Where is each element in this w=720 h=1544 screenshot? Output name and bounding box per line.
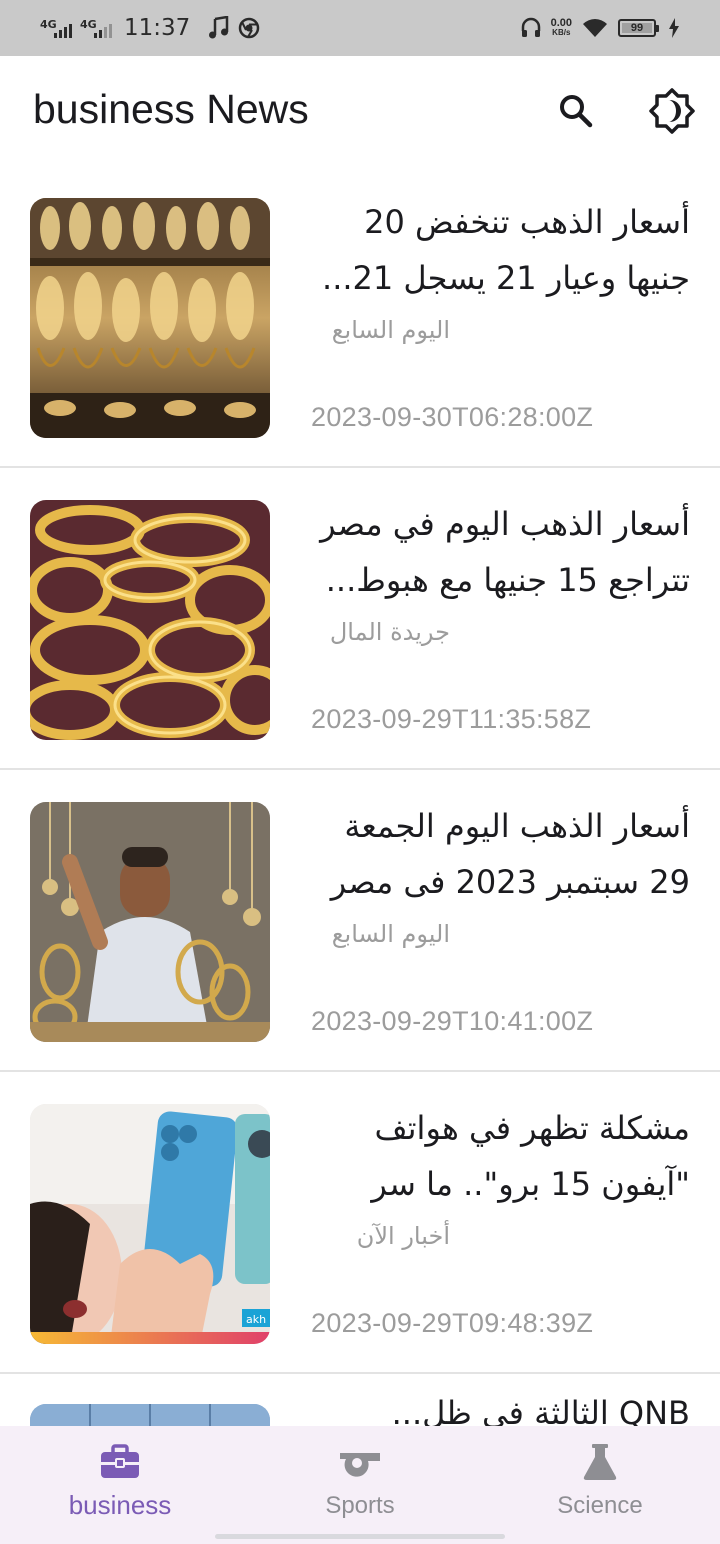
briefcase-icon — [88, 1442, 152, 1482]
article-title[interactable]: أسعار الذهب تنخفض 20 جنيها وعيار 21 يسجل… — [310, 194, 690, 310]
nav-item-science[interactable]: Science — [480, 1426, 720, 1544]
nav-item-business[interactable]: business — [0, 1426, 240, 1544]
jeweler-image — [30, 802, 270, 1042]
nav-label-sports: Sports — [325, 1492, 395, 1519]
bottom-navigation: business Sports Science — [0, 1426, 720, 1544]
search-icon — [560, 95, 593, 128]
article-title[interactable]: أسعار الذهب اليوم في مصر تتراجع 15 جنيها… — [310, 496, 690, 612]
wifi-icon — [582, 18, 608, 38]
cellular-signal-icon: 4G — [40, 16, 72, 40]
music-note-icon — [208, 16, 230, 40]
headphones-icon — [521, 17, 541, 39]
svg-text:akh: akh — [246, 1313, 266, 1326]
brightness-icon — [649, 88, 695, 134]
chrome-icon — [238, 17, 260, 39]
search-button[interactable] — [551, 86, 601, 136]
page-title: business News — [33, 86, 309, 132]
article-title-partial[interactable]: QNB الثالثة في ظل... — [310, 1394, 690, 1426]
article-thumbnail-partial — [30, 1404, 270, 1426]
article-date: 2023-09-29T09:48:39Z — [311, 1308, 594, 1338]
app-bar: business News — [0, 56, 720, 166]
article-thumbnail — [30, 802, 270, 1042]
article-thumbnail — [30, 500, 270, 740]
article-date: 2023-09-29T11:35:58Z — [311, 704, 592, 734]
iphone-image: akh — [30, 1104, 270, 1344]
battery-percent: 99 — [630, 22, 644, 34]
status-time: 11:37 — [124, 15, 191, 41]
article-date: 2023-09-30T06:28:00Z — [311, 402, 594, 432]
speed-value: 0.00 — [550, 17, 572, 29]
article-source: جريدة المال — [329, 618, 450, 646]
article-source: أخبار الآن — [356, 1222, 450, 1250]
whistle-icon — [328, 1442, 392, 1482]
news-list[interactable]: أسعار الذهب تنخفض 20 جنيها وعيار 21 يسجل… — [0, 166, 720, 1426]
flask-icon — [568, 1442, 632, 1482]
article-date: 2023-09-29T10:41:00Z — [311, 1006, 594, 1036]
status-bar: 4G 4G 11:37 0.00 KB/s 99 — [0, 0, 720, 56]
article-source: اليوم السابع — [331, 920, 450, 948]
nav-label-business: business — [68, 1490, 172, 1520]
article-source: اليوم السابع — [331, 316, 450, 344]
gesture-handle[interactable] — [215, 1534, 505, 1539]
news-item[interactable]: أسعار الذهب تنخفض 20 جنيها وعيار 21 يسجل… — [0, 166, 720, 468]
gold-bracelets-image — [30, 500, 270, 740]
news-item[interactable]: أسعار الذهب اليوم الجمعة 29 سبتمبر 2023 … — [0, 770, 720, 1072]
status-left: 4G 4G 11:37 — [40, 12, 260, 44]
gold-necklaces-image — [30, 198, 270, 438]
news-item[interactable]: akh مشكلة تظهر في هواتف "آيفون 15 برو"..… — [0, 1072, 720, 1374]
theme-toggle-button[interactable] — [647, 86, 697, 136]
news-item[interactable]: أسعار الذهب اليوم في مصر تتراجع 15 جنيها… — [0, 468, 720, 770]
charging-bolt-icon — [668, 18, 680, 38]
article-title[interactable]: مشكلة تظهر في هواتف "آيفون 15 برو".. ما … — [310, 1100, 690, 1216]
article-thumbnail: akh — [30, 1104, 270, 1344]
article-thumbnail — [30, 198, 270, 438]
network-speed: 0.00 KB/s — [551, 18, 572, 38]
article-title[interactable]: أسعار الذهب اليوم الجمعة 29 سبتمبر 2023 … — [310, 798, 690, 914]
cellular-signal-icon-2: 4G — [80, 16, 112, 40]
nav-label-science: Science — [557, 1492, 643, 1519]
battery-icon: 99 — [618, 19, 659, 37]
speed-unit: KB/s — [552, 28, 571, 37]
nav-item-sports[interactable]: Sports — [240, 1426, 480, 1544]
status-right: 0.00 KB/s 99 — [521, 12, 680, 44]
